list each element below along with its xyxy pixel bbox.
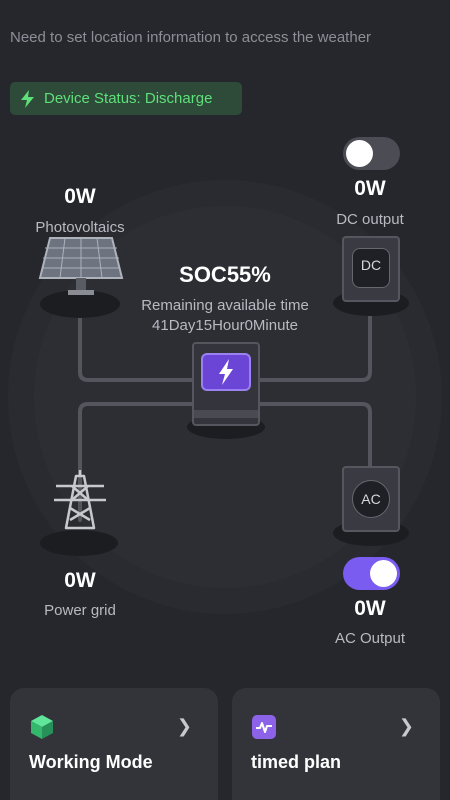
ac-output-label: AC Output (334, 630, 406, 647)
dc-screen: DC (352, 248, 390, 288)
dc-output-power: 0W (354, 177, 386, 200)
power-grid-label: Power grid (44, 602, 116, 619)
ac-output-power: 0W (354, 597, 386, 620)
chevron-right-icon: ❯ (398, 716, 414, 736)
remaining-time-value: 41Day15Hour0Minute (152, 317, 298, 334)
ac-screen-label: AC (361, 491, 381, 507)
photovoltaics-label: Photovoltaics (35, 219, 125, 236)
battery-device (192, 342, 260, 426)
battery-screen (201, 353, 251, 391)
power-grid-power: 0W (64, 569, 96, 592)
pulse-chart-icon (252, 715, 276, 739)
timed-plan-title: timed plan (251, 752, 342, 772)
timed-plan-card[interactable]: ❯ timed plan (232, 688, 440, 800)
working-mode-title: Working Mode (29, 752, 153, 772)
power-tower-icon (54, 470, 106, 530)
ac-screen: AC (352, 480, 390, 518)
photovoltaics-power: 0W (64, 185, 96, 208)
ac-output-toggle[interactable] (343, 557, 400, 590)
dc-output-toggle[interactable] (343, 137, 400, 170)
dc-screen-label: DC (360, 257, 382, 273)
cube-icon (31, 715, 53, 739)
chevron-right-icon: ❯ (176, 716, 192, 736)
remaining-time-label: Remaining available time (141, 297, 309, 314)
battery-base (194, 410, 258, 418)
dc-output-device: DC (342, 236, 400, 302)
working-mode-card[interactable]: ❯ Working Mode (10, 688, 218, 800)
charging-bolt-icon (219, 359, 233, 385)
ac-toggle-knob (370, 560, 397, 587)
soc-value: SOC55% (179, 262, 271, 287)
dc-toggle-knob (346, 140, 373, 167)
ac-output-device: AC (342, 466, 400, 532)
power-grid-shadow (40, 530, 118, 556)
dc-output-label: DC output (336, 211, 404, 228)
